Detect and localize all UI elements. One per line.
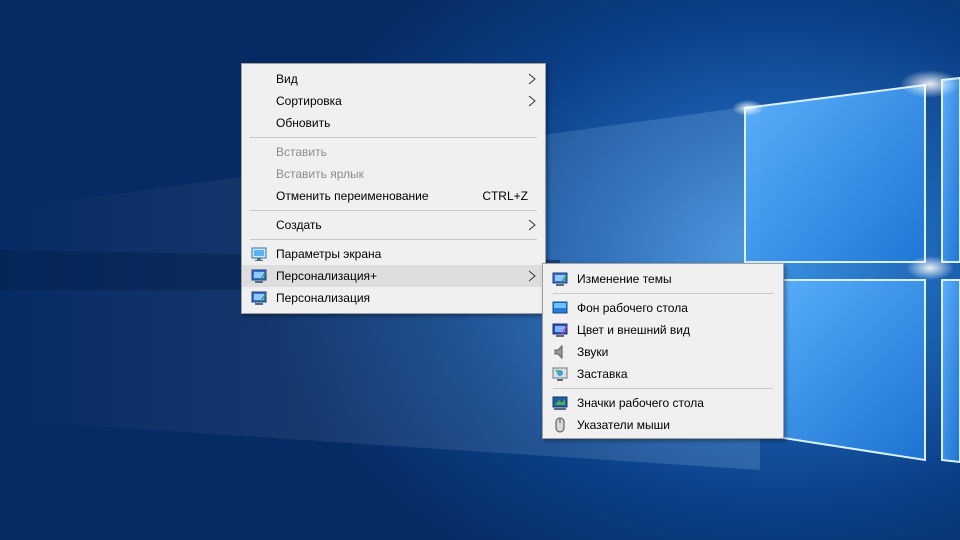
personalization-icon [251, 268, 267, 284]
screensaver-icon [552, 366, 568, 382]
chevron-right-icon [527, 90, 537, 112]
menu-separator [553, 388, 773, 389]
submenu-item-sounds[interactable]: Звуки [543, 341, 783, 363]
menu-item-paste[interactable]: Вставить [242, 141, 545, 163]
submenu-item-label: Изменение темы [577, 272, 672, 286]
desktop-background-icon [552, 300, 568, 316]
menu-item-label: Вставить ярлык [276, 167, 364, 181]
menu-item-label: Параметры экрана [276, 247, 382, 261]
menu-item-label: Вставить [276, 145, 327, 159]
menu-item-sort[interactable]: Сортировка [242, 90, 545, 112]
menu-item-personalization-plus[interactable]: Персонализация+ [242, 265, 545, 287]
submenu-item-label: Указатели мыши [577, 418, 670, 432]
submenu-item-screensaver[interactable]: Заставка [543, 363, 783, 385]
chevron-right-icon [527, 214, 537, 236]
menu-item-view[interactable]: Вид [242, 68, 545, 90]
menu-item-label: Обновить [276, 116, 331, 130]
menu-item-label: Персонализация [276, 291, 371, 305]
menu-separator [250, 239, 537, 240]
menu-item-label: Вид [276, 72, 298, 86]
menu-item-label: Отменить переименование [276, 189, 429, 203]
menu-item-label: Сортировка [276, 94, 342, 108]
submenu-item-label: Заставка [577, 367, 628, 381]
theme-icon [552, 271, 568, 287]
menu-separator [250, 137, 537, 138]
submenu-item-label: Звуки [577, 345, 609, 359]
personalization-submenu: Изменение темы Фон рабочего стола Цвет и… [542, 263, 784, 439]
menu-item-undo-rename[interactable]: Отменить переименование CTRL+Z [242, 185, 545, 207]
menu-separator [553, 293, 773, 294]
speaker-icon [552, 344, 568, 360]
submenu-item-desktop-icons[interactable]: Значки рабочего стола [543, 392, 783, 414]
chevron-right-icon [527, 68, 537, 90]
submenu-item-label: Цвет и внешний вид [577, 323, 691, 337]
menu-item-personalization[interactable]: Персонализация [242, 287, 545, 309]
submenu-item-color-appearance[interactable]: Цвет и внешний вид [543, 319, 783, 341]
personalization-icon [251, 290, 267, 306]
menu-item-shortcut: CTRL+Z [482, 189, 528, 203]
display-settings-icon [251, 246, 267, 262]
submenu-item-mouse-pointers[interactable]: Указатели мыши [543, 414, 783, 436]
menu-item-display-settings[interactable]: Параметры экрана [242, 243, 545, 265]
menu-separator [250, 210, 537, 211]
desktop-icons-icon [552, 395, 568, 411]
menu-item-refresh[interactable]: Обновить [242, 112, 545, 134]
menu-item-new[interactable]: Создать [242, 214, 545, 236]
color-appearance-icon [552, 322, 568, 338]
menu-item-paste-shortcut[interactable]: Вставить ярлык [242, 163, 545, 185]
chevron-right-icon [527, 265, 537, 287]
submenu-item-desktop-background[interactable]: Фон рабочего стола [543, 297, 783, 319]
submenu-item-change-theme[interactable]: Изменение темы [543, 268, 783, 290]
mouse-icon [552, 417, 568, 433]
desktop-context-menu: Вид Сортировка Обновить Вставить Вставит… [241, 63, 546, 314]
submenu-item-label: Значки рабочего стола [577, 396, 704, 410]
menu-item-label: Персонализация+ [276, 269, 378, 283]
submenu-item-label: Фон рабочего стола [577, 301, 688, 315]
menu-item-label: Создать [276, 218, 322, 232]
